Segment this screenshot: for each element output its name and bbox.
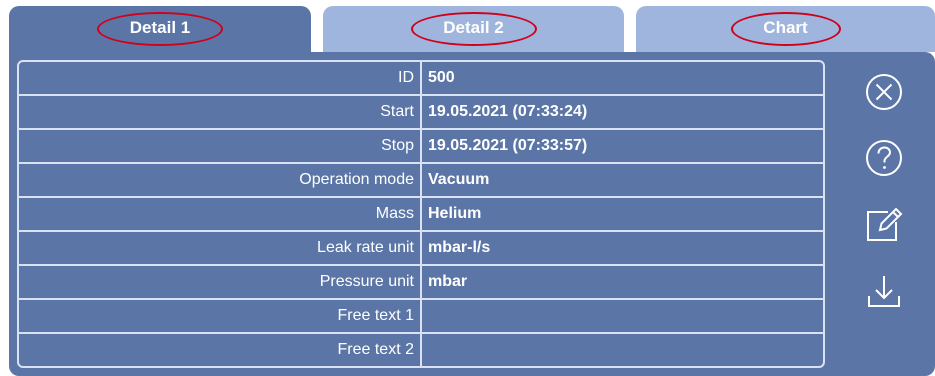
help-circle-icon[interactable] — [858, 132, 910, 184]
row-label: Start — [19, 96, 422, 128]
row-label: Pressure unit — [19, 266, 422, 298]
table-row: Stop 19.05.2021 (07:33:57) — [19, 128, 823, 162]
tab-label: Detail 2 — [443, 18, 504, 37]
row-label: Stop — [19, 130, 422, 162]
detail-panel: ID 500 Start 19.05.2021 (07:33:24) Stop … — [9, 52, 935, 376]
table-row: Start 19.05.2021 (07:33:24) — [19, 94, 823, 128]
table-row: Leak rate unit mbar-l/s — [19, 230, 823, 264]
row-value: mbar-l/s — [428, 239, 491, 256]
edit-icon[interactable] — [858, 198, 910, 250]
row-label: ID — [19, 62, 422, 94]
tab-chart[interactable]: Chart — [636, 6, 935, 52]
row-value: Helium — [428, 205, 482, 222]
row-value-free-text-1[interactable] — [422, 300, 823, 332]
tab-detail-2[interactable]: Detail 2 — [323, 6, 624, 52]
tab-detail-1[interactable]: Detail 1 — [9, 6, 311, 52]
row-value: 500 — [428, 69, 455, 86]
row-value: mbar — [428, 273, 468, 290]
row-label: Free text 1 — [19, 300, 422, 332]
row-label: Operation mode — [19, 164, 422, 196]
row-label: Free text 2 — [19, 334, 422, 366]
close-circle-icon[interactable] — [858, 66, 910, 118]
tab-label: Chart — [763, 18, 808, 37]
table-row: Mass Helium — [19, 196, 823, 230]
table-row: ID 500 — [19, 62, 823, 94]
tab-label: Detail 1 — [129, 18, 191, 37]
table-row: Free text 1 — [19, 298, 823, 332]
row-label: Leak rate unit — [19, 232, 422, 264]
row-value-free-text-2[interactable] — [422, 334, 823, 366]
row-value: 19.05.2021 (07:33:24) — [428, 103, 588, 120]
table-row: Operation mode Vacuum — [19, 162, 823, 196]
table-row: Pressure unit mbar — [19, 264, 823, 298]
row-label: Mass — [19, 198, 422, 230]
row-value: Vacuum — [428, 171, 490, 188]
row-value: 19.05.2021 (07:33:57) — [428, 137, 588, 154]
download-icon[interactable] — [858, 266, 910, 318]
detail-table: ID 500 Start 19.05.2021 (07:33:24) Stop … — [17, 60, 825, 368]
table-row: Free text 2 — [19, 332, 823, 366]
